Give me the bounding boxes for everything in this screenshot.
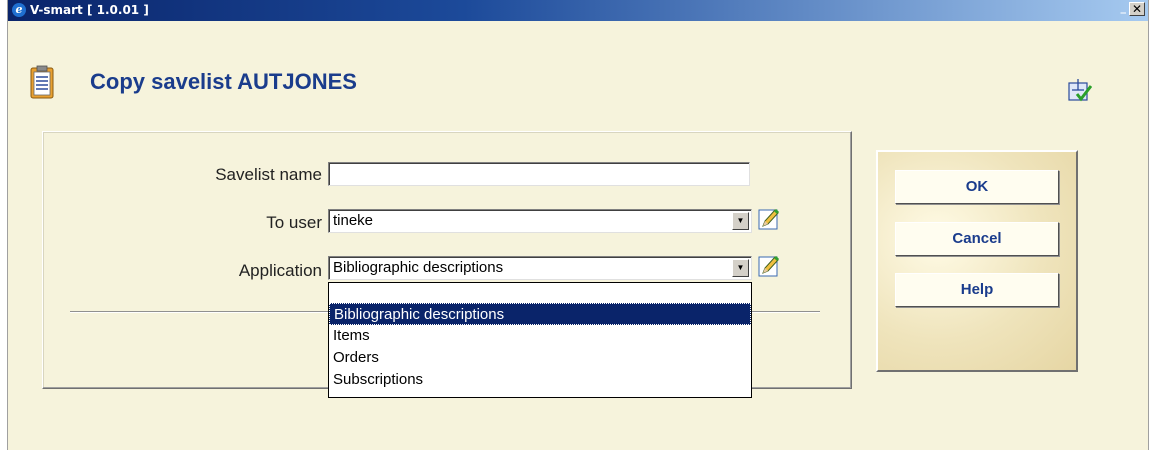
chevron-down-icon[interactable]: ▼ [732,212,749,230]
dropdown-option[interactable]: Subscriptions [329,369,751,391]
help-button[interactable]: Help [895,273,1059,307]
window-title: V-smart [ 1.0.01 ] [30,3,149,17]
ie-icon: e [12,3,26,17]
chevron-down-icon[interactable]: ▼ [732,259,749,277]
pencil-icon[interactable] [758,254,780,278]
dropdown-option[interactable]: Orders [329,347,751,369]
cancel-button[interactable]: Cancel [895,222,1059,256]
application-dropdown-list[interactable]: Bibliographic descriptions Items Orders … [328,282,752,398]
ok-button[interactable]: OK [895,170,1059,204]
application-select[interactable]: Bibliographic descriptions ▼ [328,256,752,280]
minimize-button[interactable]: _ [1121,1,1127,14]
button-panel: OK Cancel Help [876,150,1078,372]
to-user-select[interactable]: tineke ▼ [328,209,752,233]
title-bar[interactable]: e V-smart [ 1.0.01 ] _ ✕ [8,0,1148,21]
dropdown-option[interactable] [329,283,751,303]
to-user-label: To user [266,213,322,232]
savelist-name-label: Savelist name [215,165,322,184]
clipboard-icon [30,65,54,99]
close-icon: ✕ [1131,2,1143,16]
to-user-value: tineke [333,212,374,229]
dropdown-option-selected[interactable]: Bibliographic descriptions [329,303,751,325]
dropdown-option[interactable]: Items [329,325,751,347]
savelist-name-input[interactable] [328,162,750,186]
application-label: Application [238,261,322,280]
page-title: Copy savelist AUTJONES [90,69,357,94]
select-check-icon[interactable] [1068,78,1092,102]
application-value: Bibliographic descriptions [333,259,504,276]
close-button[interactable]: ✕ [1129,2,1145,16]
pencil-icon[interactable] [758,207,780,231]
